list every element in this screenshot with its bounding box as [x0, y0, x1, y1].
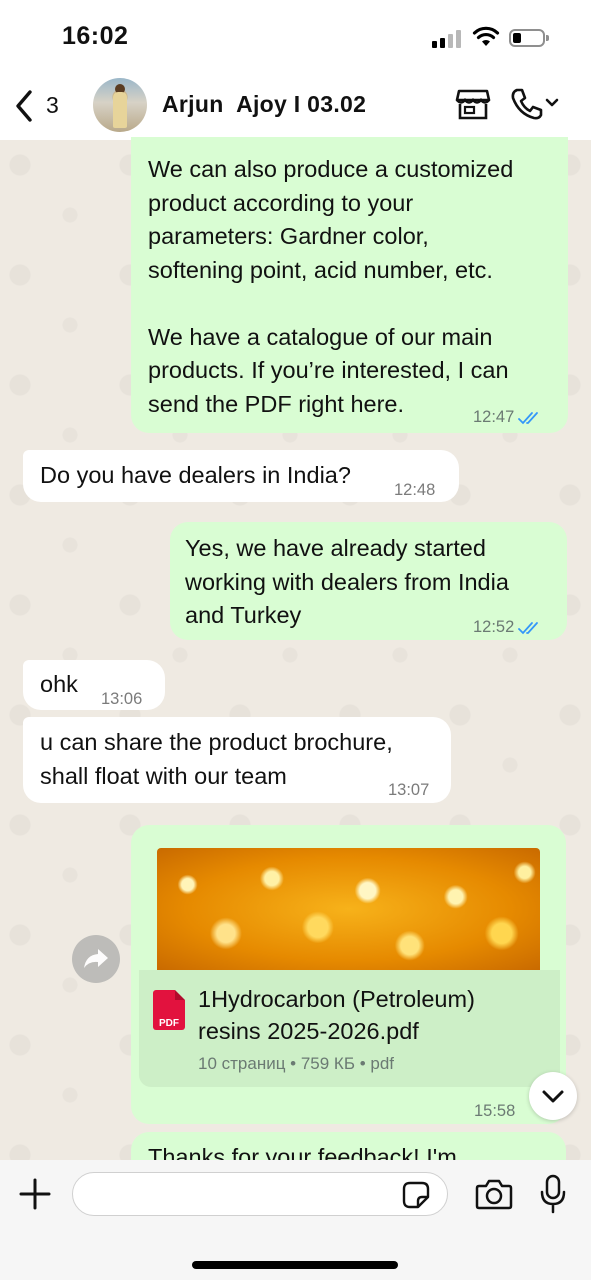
- message-time: 13:06: [101, 690, 143, 708]
- message-input[interactable]: [72, 1172, 448, 1216]
- sticker-icon[interactable]: [402, 1181, 430, 1209]
- composer-bar: [0, 1160, 591, 1280]
- home-indicator: [192, 1261, 398, 1269]
- cellular-signal-icon: [432, 30, 462, 48]
- message-bubble-incoming[interactable]: ohk 13:06: [23, 660, 165, 710]
- store-icon[interactable]: [455, 86, 491, 122]
- forward-icon: [84, 949, 108, 968]
- microphone-icon[interactable]: [539, 1174, 567, 1214]
- forward-button[interactable]: [72, 935, 120, 983]
- unread-count[interactable]: 3: [46, 92, 59, 119]
- message-bubble-incoming[interactable]: u can share the product brochure, shall …: [23, 717, 451, 803]
- read-ticks-icon: [518, 621, 539, 635]
- message-bubble-outgoing[interactable]: We can also produce a customized product…: [131, 137, 568, 433]
- message-time: 13:07: [388, 781, 430, 799]
- document-info[interactable]: PDF 1Hydrocarbon (Petroleum) resins 2025…: [139, 970, 560, 1087]
- status-bar: 16:02: [0, 0, 591, 70]
- message-text: We can also produce a customized product…: [148, 156, 514, 417]
- camera-icon[interactable]: [475, 1177, 513, 1211]
- document-file-meta: 10 страниц • 759 КБ • pdf: [198, 1054, 395, 1073]
- message-time: 12:48: [394, 481, 436, 499]
- document-message-bubble[interactable]: PDF 1Hydrocarbon (Petroleum) resins 2025…: [131, 825, 566, 1124]
- message-meta: 12:52: [473, 611, 542, 645]
- call-icon[interactable]: [509, 86, 565, 122]
- chevron-down-icon: [542, 1090, 564, 1103]
- pdf-file-icon: PDF: [153, 990, 185, 1030]
- status-time: 16:02: [62, 22, 129, 50]
- message-time: 15:58: [474, 1102, 516, 1120]
- message-bubble-incoming[interactable]: Do you have dealers in India? 12:48: [23, 450, 459, 502]
- message-meta: 12:47: [473, 401, 542, 435]
- read-ticks-icon: [518, 411, 539, 425]
- chat-header: 3 Arjun Ajoy I 03.02: [0, 70, 591, 140]
- scroll-to-bottom-button[interactable]: [529, 1072, 577, 1120]
- wifi-icon: [472, 26, 500, 46]
- plus-icon[interactable]: [18, 1177, 52, 1211]
- message-bubble-outgoing[interactable]: Yes, we have already started working wit…: [170, 522, 567, 640]
- avatar[interactable]: [93, 78, 147, 132]
- battery-icon: [509, 29, 549, 47]
- document-file-name: 1Hydrocarbon (Petroleum) resins 2025-202…: [198, 986, 475, 1044]
- message-time: 12:47: [473, 408, 515, 426]
- contact-name[interactable]: Arjun Ajoy I 03.02: [162, 91, 366, 118]
- message-time: 12:52: [473, 618, 515, 636]
- document-preview-image[interactable]: [157, 848, 540, 970]
